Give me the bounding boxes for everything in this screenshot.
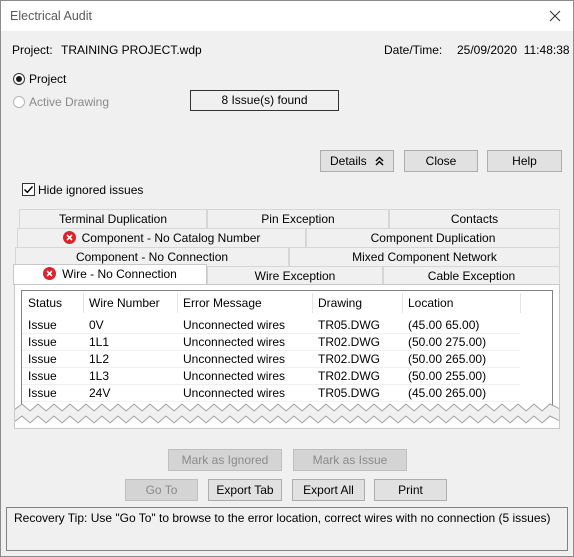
tab-contacts[interactable]: Contacts	[389, 209, 560, 228]
table-cell: (50.00 255.00)	[408, 369, 487, 383]
print-button[interactable]: Print	[374, 479, 447, 501]
project-radio-label[interactable]: Project	[29, 72, 66, 86]
table-cell: TR02.DWG	[318, 352, 381, 366]
table-row[interactable]: Issue 1L3 Unconnected wires TR02.DWG (50.00 …	[22, 368, 520, 385]
table-cell: 1L1	[89, 335, 110, 349]
tab-label: Component - No Catalog Number	[81, 231, 261, 245]
table-cell: Issue	[28, 352, 57, 366]
table-cell: (50.00 265.00)	[408, 352, 487, 366]
close-icon[interactable]	[545, 6, 565, 26]
double-chevron-up-icon	[375, 152, 384, 172]
checkmark-icon	[24, 186, 34, 194]
close-button[interactable]: Close	[404, 150, 478, 172]
table-row[interactable]: Issue 1L1 Unconnected wires TR02.DWG (50.00 …	[22, 334, 520, 351]
table-row[interactable]: Issue 1L2 Unconnected wires TR02.DWG (50.00 …	[22, 351, 520, 368]
tab-mixed-component-network[interactable]: Mixed Component Network	[289, 247, 560, 266]
error-icon	[43, 267, 57, 280]
tab-wire-no-connection[interactable]: Wire - No Connection	[13, 264, 207, 285]
table-row[interactable]: Issue 0V Unconnected wires TR05.DWG (45.00 6…	[22, 317, 520, 334]
hide-ignored-checkbox[interactable]	[22, 183, 35, 196]
table-cell: TR02.DWG	[318, 369, 381, 383]
recovery-tip: Recovery Tip: Use "Go To" to browse to t…	[6, 507, 568, 551]
table-cell: Unconnected wires	[183, 318, 286, 332]
active-drawing-radio-label[interactable]: Active Drawing	[29, 95, 109, 109]
title-bar: Electrical Audit	[1, 1, 573, 31]
electrical-audit-dialog: Electrical Audit Project: TRAINING PROJE…	[0, 0, 574, 557]
issues-found-field: 8 Issue(s) found	[190, 90, 339, 111]
table-cell: TR02.DWG	[318, 335, 381, 349]
mark-as-ignored-button[interactable]: Mark as Ignored	[168, 449, 282, 471]
tab-terminal-duplication[interactable]: Terminal Duplication	[19, 209, 207, 228]
torn-edge	[15, 403, 559, 428]
table-cell: 1L3	[89, 369, 110, 383]
details-button[interactable]: Details	[320, 150, 394, 172]
project-radio[interactable]	[13, 73, 25, 85]
table-cell: Unconnected wires	[183, 369, 286, 383]
tab-cable-exception[interactable]: Cable Exception	[383, 266, 560, 285]
column-header-error-message[interactable]: Error Message	[177, 291, 312, 315]
tab-component-no-catalog-number[interactable]: Component - No Catalog Number	[17, 228, 306, 247]
export-tab-button[interactable]: Export Tab	[208, 479, 282, 501]
active-drawing-radio[interactable]	[13, 96, 25, 108]
mark-as-issue-button[interactable]: Mark as Issue	[293, 449, 407, 471]
table-cell: Unconnected wires	[183, 335, 286, 349]
table-cell: (45.00 65.00)	[408, 318, 480, 332]
datetime-label: Date/Time:	[384, 43, 443, 57]
hide-ignored-label[interactable]: Hide ignored issues	[38, 183, 143, 197]
project-name: TRAINING PROJECT.wdp	[61, 43, 202, 57]
tab-wire-exception[interactable]: Wire Exception	[207, 266, 383, 285]
tab-pin-exception[interactable]: Pin Exception	[207, 209, 389, 228]
table-cell: 1L2	[89, 352, 110, 366]
export-all-button[interactable]: Export All	[292, 479, 365, 501]
table-cell: Issue	[28, 369, 57, 383]
column-header-location[interactable]: Location	[402, 291, 520, 315]
error-icon	[62, 231, 76, 244]
go-to-button[interactable]: Go To	[125, 479, 198, 501]
tab-panel: Status Wire Number Error Message Drawing…	[14, 284, 560, 429]
column-header-drawing[interactable]: Drawing	[312, 291, 402, 315]
table-cell: TR05.DWG	[318, 318, 381, 332]
column-header-wire-number[interactable]: Wire Number	[83, 291, 177, 315]
datetime-value: 25/09/2020 11:48:38	[457, 43, 570, 57]
details-label: Details	[329, 154, 367, 168]
column-header-status[interactable]: Status	[22, 291, 83, 315]
column-divider[interactable]	[520, 293, 521, 313]
help-button[interactable]: Help	[487, 150, 562, 172]
table-cell: (50.00 275.00)	[408, 335, 487, 349]
project-label: Project:	[12, 43, 53, 57]
tab-label: Wire - No Connection	[62, 267, 177, 281]
table-cell: Unconnected wires	[183, 352, 286, 366]
table-cell: Issue	[28, 318, 57, 332]
table-cell: Issue	[28, 335, 57, 349]
table-cell: 0V	[89, 318, 104, 332]
tab-component-duplication[interactable]: Component Duplication	[306, 228, 560, 247]
window-title: Electrical Audit	[10, 9, 92, 23]
